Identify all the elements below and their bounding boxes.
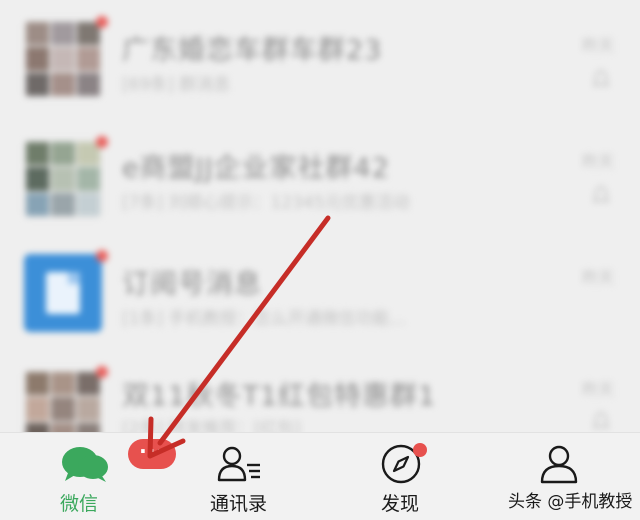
chat-time: 昨天 (581, 380, 614, 399)
chat-preview: [1条] 手机教授：怎么开通微信功能... (122, 309, 406, 329)
chat-item[interactable]: 双11秋冬T1红包特惠群1 [2条] 转发推荐：[红包] 昨天 (0, 354, 640, 432)
chat-title: 双11秋冬T1红包特惠群1 (122, 381, 437, 412)
chat-time: 昨天 (581, 36, 614, 55)
tab-label: 微信 (60, 493, 99, 515)
tab-bar: ··· 微信 通讯录 发现 我 头条 @手机教授 (0, 432, 640, 520)
chat-title: 订阅号消息 (122, 269, 262, 300)
mute-icon (592, 186, 610, 202)
group-avatar (24, 140, 102, 218)
unread-dot (96, 366, 108, 378)
contacts-icon (217, 446, 260, 482)
person-icon (540, 445, 578, 484)
chat-title: 广东婚恋车群车群23 (122, 35, 383, 66)
watermark: 头条 @手机教授 (508, 492, 633, 512)
chat-list: 广东婚恋车群车群23 [69条] 群消息 昨天 e商盟JJ企业家社群42 [7条… (0, 0, 640, 432)
chat-preview: [7条] 刘顺心提示：12345元优惠活动 (122, 193, 410, 213)
chat-bubble-icon (62, 447, 108, 482)
unread-dot (96, 136, 108, 148)
chat-item[interactable]: 订阅号消息 [1条] 手机教授：怎么开通微信功能... 昨天 (0, 236, 640, 354)
chat-preview: [69条] 群消息 (122, 75, 231, 95)
more-badge: ··· (128, 439, 176, 469)
chat-title: e商盟JJ企业家社群42 (122, 153, 390, 184)
tab-chats[interactable]: ··· 微信 (40, 433, 176, 520)
chat-item[interactable]: e商盟JJ企业家社群42 [7条] 刘顺心提示：12345元优惠活动 昨天 (0, 118, 640, 236)
notification-dot (413, 443, 427, 457)
chat-time: 昨天 (581, 152, 614, 171)
mute-icon (592, 70, 610, 86)
chat-time: 昨天 (581, 268, 614, 287)
mute-icon (592, 412, 610, 428)
group-avatar (24, 20, 102, 98)
tab-label: 通讯录 (210, 493, 268, 515)
tab-discover[interactable]: 发现 (360, 433, 450, 520)
tab-label: 发现 (381, 493, 420, 515)
chat-item[interactable]: 广东婚恋车群车群23 [69条] 群消息 昨天 (0, 0, 640, 118)
unread-dot (96, 16, 108, 28)
group-avatar (24, 370, 102, 432)
chat-preview: [2条] 转发推荐：[红包] (122, 419, 301, 432)
tab-contacts[interactable]: 通讯录 (190, 433, 300, 520)
unread-dot (96, 250, 108, 262)
subscription-avatar (24, 254, 102, 332)
